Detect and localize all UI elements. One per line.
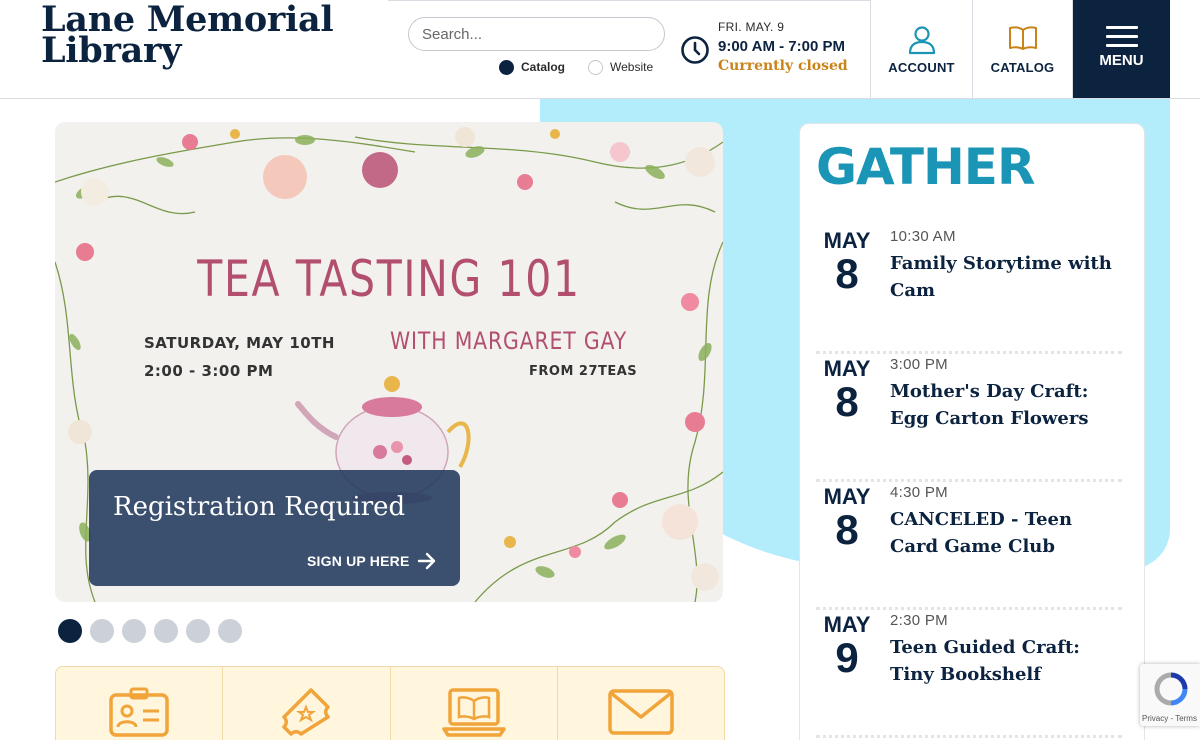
event-day: 8 bbox=[835, 250, 859, 297]
menu-label: MENU bbox=[1099, 52, 1144, 69]
site-header: Lane Memorial Library Catalog Website FR… bbox=[0, 0, 1200, 99]
arrow-right-icon bbox=[417, 552, 436, 570]
laptop-book-icon bbox=[441, 688, 506, 737]
event-item[interactable]: MAY 9 2:30 PM Teen Guided Craft: Tiny Bo… bbox=[816, 610, 1122, 738]
clock-icon bbox=[681, 36, 709, 64]
slide-presenter: WITH MARGARET GAY bbox=[390, 327, 628, 355]
search-scope-catalog-radio[interactable]: Catalog bbox=[499, 59, 565, 75]
carousel-dot-5[interactable] bbox=[186, 619, 210, 643]
slide-source: FROM 27TEAS bbox=[529, 364, 638, 379]
event-day: 8 bbox=[835, 378, 859, 425]
user-icon bbox=[908, 26, 935, 55]
event-title[interactable]: CANCELED - Teen Card Game Club bbox=[890, 506, 1118, 560]
id-card-icon bbox=[109, 687, 169, 737]
radio-label: Website bbox=[610, 60, 654, 74]
radio-dot bbox=[588, 59, 603, 75]
carousel-dot-2[interactable] bbox=[90, 619, 114, 643]
quick-links bbox=[55, 666, 725, 740]
carousel-pagination bbox=[58, 619, 250, 643]
slide-time: 2:00 - 3:00 PM bbox=[144, 362, 274, 380]
sign-up-link[interactable]: SIGN UP HERE bbox=[307, 553, 410, 569]
menu-button[interactable]: MENU bbox=[1073, 0, 1170, 98]
carousel-dot-1[interactable] bbox=[58, 619, 82, 643]
recaptcha-badge[interactable]: Privacy - Terms bbox=[1140, 664, 1200, 726]
search-scope-website-radio[interactable]: Website bbox=[588, 59, 653, 75]
search-input[interactable] bbox=[408, 17, 665, 51]
slide-title: TEA TASTING 101 bbox=[197, 250, 581, 308]
site-logo[interactable]: Lane Memorial Library bbox=[41, 2, 334, 68]
quick-link-events[interactable] bbox=[223, 667, 391, 740]
recaptcha-text: Privacy - Terms bbox=[1142, 714, 1197, 723]
recaptcha-icon bbox=[1154, 672, 1188, 706]
carousel-dot-3[interactable] bbox=[122, 619, 146, 643]
ticket-icon bbox=[282, 688, 331, 736]
hours-time: 9:00 AM - 7:00 PM bbox=[718, 38, 845, 55]
carousel-dot-6[interactable] bbox=[218, 619, 242, 643]
event-time: 3:00 PM bbox=[890, 356, 948, 373]
account-button[interactable]: ACCOUNT bbox=[870, 0, 972, 98]
event-item[interactable]: MAY 8 4:30 PM CANCELED - Teen Card Game … bbox=[816, 482, 1122, 610]
envelope-icon bbox=[608, 689, 674, 735]
quick-link-newsletter[interactable] bbox=[558, 667, 724, 740]
events-panel-title: GATHER bbox=[816, 138, 1035, 196]
hours-status: Currently closed bbox=[718, 58, 848, 74]
event-title[interactable]: Family Storytime with Cam bbox=[890, 250, 1118, 304]
event-time: 2:30 PM bbox=[890, 612, 948, 629]
event-item[interactable]: MAY 8 3:00 PM Mother's Day Craft: Egg Ca… bbox=[816, 354, 1122, 482]
account-label: ACCOUNT bbox=[888, 60, 955, 75]
radio-label: Catalog bbox=[521, 60, 566, 74]
event-day: 8 bbox=[835, 506, 859, 553]
radio-dot bbox=[499, 59, 514, 75]
event-title[interactable]: Mother's Day Craft: Egg Carton Flowers bbox=[890, 378, 1118, 432]
hours-day: FRI. MAY. 9 bbox=[718, 20, 785, 34]
catalog-label: CATALOG bbox=[990, 60, 1055, 75]
divider bbox=[816, 735, 1122, 738]
event-item[interactable]: MAY 8 10:30 AM Family Storytime with Cam bbox=[816, 226, 1122, 354]
registration-callout: Registration Required SIGN UP HERE bbox=[89, 470, 460, 586]
registration-title: Registration Required bbox=[113, 492, 406, 522]
event-day: 9 bbox=[835, 634, 859, 681]
hamburger-icon bbox=[1106, 26, 1138, 53]
hours-info[interactable]: FRI. MAY. 9 9:00 AM - 7:00 PM Currently … bbox=[718, 20, 848, 74]
carousel-dot-4[interactable] bbox=[154, 619, 178, 643]
event-time: 4:30 PM bbox=[890, 484, 948, 501]
quick-link-library-card[interactable] bbox=[56, 667, 224, 740]
events-panel: GATHER MAY 8 10:30 AM Family Storytime w… bbox=[799, 123, 1145, 740]
event-title[interactable]: Teen Guided Craft: Tiny Bookshelf bbox=[890, 634, 1118, 688]
slide-date: SATURDAY, MAY 10TH bbox=[144, 334, 335, 352]
event-time: 10:30 AM bbox=[890, 228, 956, 245]
catalog-button[interactable]: CATALOG bbox=[972, 0, 1073, 98]
quick-link-digital[interactable] bbox=[391, 667, 558, 740]
open-book-icon bbox=[1008, 26, 1037, 50]
